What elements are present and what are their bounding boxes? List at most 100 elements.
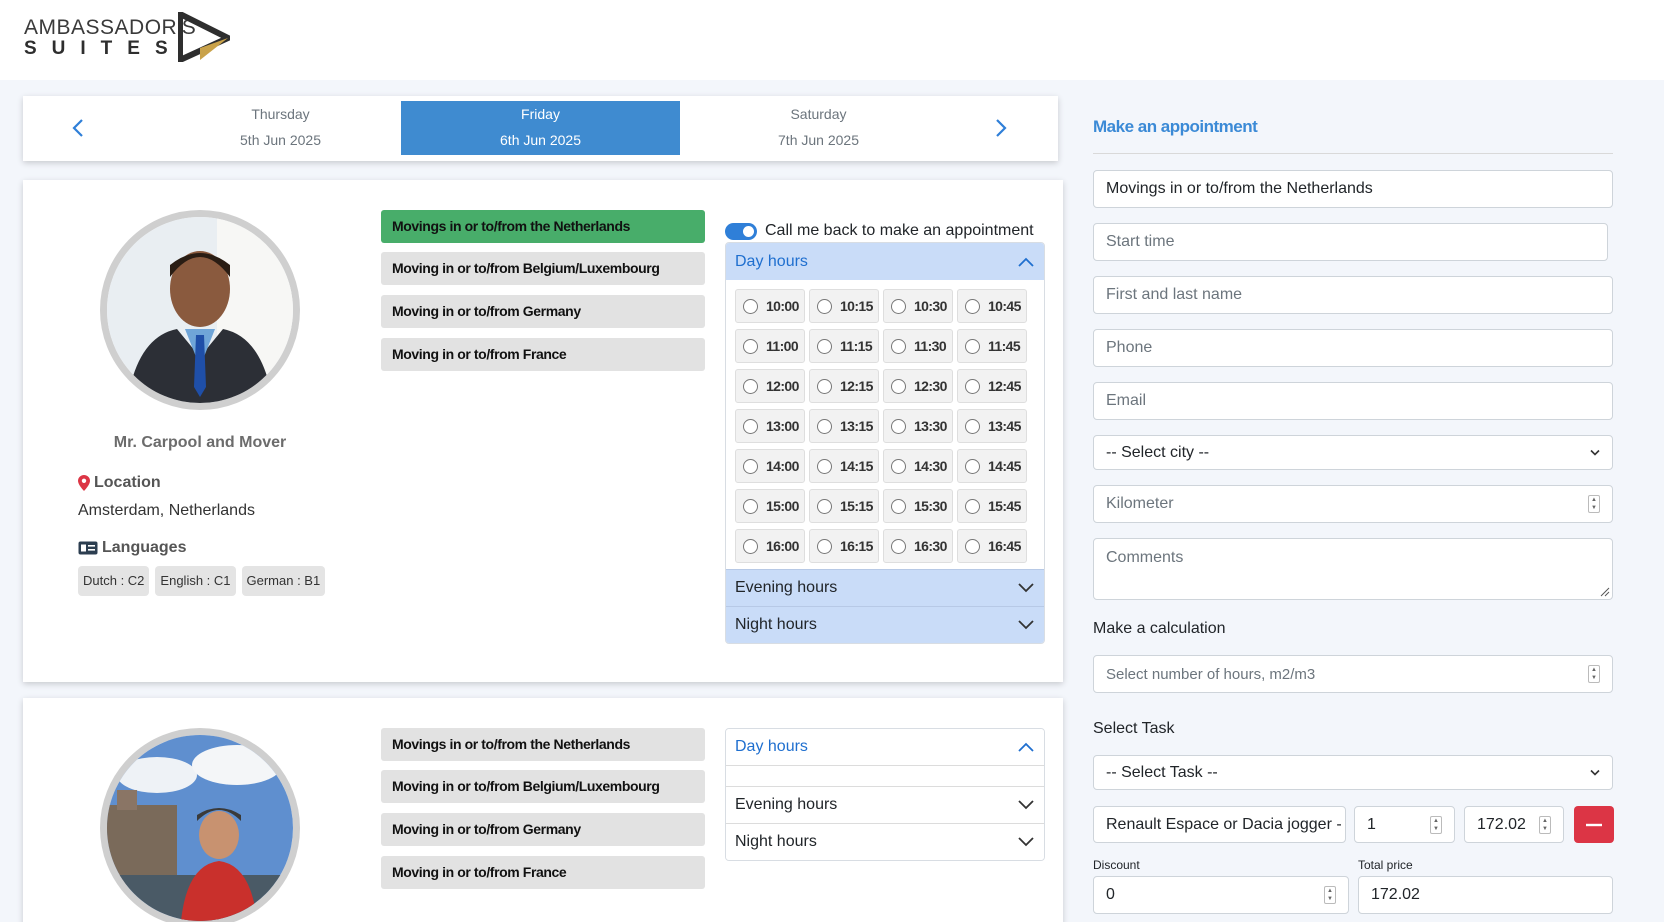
night-hours-header[interactable]: Night hours bbox=[726, 823, 1044, 860]
radio-icon[interactable] bbox=[743, 538, 758, 554]
service-option-netherlands[interactable]: Movings in or to/from the Netherlands bbox=[381, 728, 705, 761]
comments-textarea[interactable]: Comments bbox=[1093, 538, 1613, 600]
prev-day-button[interactable] bbox=[63, 110, 93, 146]
time-slot[interactable]: 13:45 bbox=[957, 409, 1027, 443]
time-slot[interactable]: 12:00 bbox=[735, 369, 805, 403]
time-slot-label: 12:00 bbox=[766, 378, 799, 394]
time-slot[interactable]: 15:30 bbox=[883, 489, 953, 523]
radio-icon[interactable] bbox=[817, 498, 832, 514]
radio-icon[interactable] bbox=[743, 378, 758, 394]
next-day-button[interactable] bbox=[986, 110, 1016, 146]
radio-icon[interactable] bbox=[891, 298, 906, 314]
radio-icon[interactable] bbox=[817, 538, 832, 554]
time-slot[interactable]: 14:15 bbox=[809, 449, 879, 483]
radio-icon[interactable] bbox=[817, 378, 832, 394]
time-slot[interactable]: 15:15 bbox=[809, 489, 879, 523]
night-hours-header[interactable]: Night hours bbox=[726, 606, 1044, 643]
time-slot[interactable]: 10:45 bbox=[957, 289, 1027, 323]
time-slot[interactable]: 16:00 bbox=[735, 529, 805, 563]
radio-icon[interactable] bbox=[891, 378, 906, 394]
service-option-belgium[interactable]: Moving in or to/from Belgium/Luxembourg bbox=[381, 252, 705, 285]
time-slot[interactable]: 11:30 bbox=[883, 329, 953, 363]
time-slot[interactable]: 11:15 bbox=[809, 329, 879, 363]
day-hours-header[interactable]: Day hours bbox=[726, 243, 1044, 280]
time-slot[interactable]: 11:45 bbox=[957, 329, 1027, 363]
radio-icon[interactable] bbox=[817, 458, 832, 474]
radio-icon[interactable] bbox=[891, 538, 906, 554]
radio-icon[interactable] bbox=[743, 418, 758, 434]
radio-icon[interactable] bbox=[965, 338, 980, 354]
evening-hours-header[interactable]: Evening hours bbox=[726, 786, 1044, 823]
service-option-france[interactable]: Moving in or to/from France bbox=[381, 338, 705, 371]
radio-icon[interactable] bbox=[743, 458, 758, 474]
radio-icon[interactable] bbox=[817, 338, 832, 354]
service-option-germany[interactable]: Moving in or to/from Germany bbox=[381, 813, 705, 846]
radio-icon[interactable] bbox=[891, 338, 906, 354]
discount-input[interactable]: 0 ▲ ▼ bbox=[1093, 876, 1349, 914]
time-slot[interactable]: 12:30 bbox=[883, 369, 953, 403]
radio-icon[interactable] bbox=[891, 458, 906, 474]
price-spinner[interactable]: ▲ ▼ bbox=[1539, 815, 1551, 834]
remove-task-button[interactable] bbox=[1574, 806, 1614, 843]
day-hours-header[interactable]: Day hours bbox=[726, 729, 1044, 766]
time-slot[interactable]: 14:00 bbox=[735, 449, 805, 483]
radio-icon[interactable] bbox=[743, 298, 758, 314]
service-option-belgium[interactable]: Moving in or to/from Belgium/Luxembourg bbox=[381, 770, 705, 803]
radio-icon[interactable] bbox=[891, 498, 906, 514]
resize-handle-icon[interactable] bbox=[1600, 587, 1610, 597]
service-option-france[interactable]: Moving in or to/from France bbox=[381, 856, 705, 889]
time-slot[interactable]: 10:30 bbox=[883, 289, 953, 323]
city-select[interactable]: -- Select city -- bbox=[1093, 435, 1613, 470]
kilometer-input[interactable]: Kilometer ▲ ▼ bbox=[1093, 485, 1613, 523]
day-friday[interactable]: Friday 6th Jun 2025 bbox=[401, 101, 680, 155]
time-slot[interactable]: 16:30 bbox=[883, 529, 953, 563]
time-slot[interactable]: 12:15 bbox=[809, 369, 879, 403]
service-option-germany[interactable]: Moving in or to/from Germany bbox=[381, 295, 705, 328]
radio-icon[interactable] bbox=[743, 498, 758, 514]
radio-icon[interactable] bbox=[965, 418, 980, 434]
hours-spinner[interactable]: ▲ ▼ bbox=[1588, 665, 1600, 683]
time-slot[interactable]: 12:45 bbox=[957, 369, 1027, 403]
phone-input[interactable]: Phone bbox=[1093, 329, 1613, 367]
time-slot[interactable]: 16:15 bbox=[809, 529, 879, 563]
time-slot[interactable]: 16:45 bbox=[957, 529, 1027, 563]
time-slot[interactable]: 13:15 bbox=[809, 409, 879, 443]
radio-icon[interactable] bbox=[817, 298, 832, 314]
day-saturday[interactable]: Saturday 7th Jun 2025 bbox=[679, 101, 958, 155]
task-item-field[interactable]: Renault Espace or Dacia jogger - bbox=[1093, 806, 1346, 843]
time-slot[interactable]: 13:00 bbox=[735, 409, 805, 443]
kilometer-spinner[interactable]: ▲ ▼ bbox=[1588, 495, 1600, 513]
start-time-input[interactable]: Start time bbox=[1093, 223, 1608, 261]
callback-toggle[interactable] bbox=[725, 222, 757, 240]
day-thursday[interactable]: Thursday 5th Jun 2025 bbox=[141, 101, 420, 155]
task-quantity-input[interactable]: 1 ▲ ▼ bbox=[1354, 806, 1455, 843]
task-price-input[interactable]: 172.02 ▲ ▼ bbox=[1464, 806, 1564, 843]
service-option-netherlands[interactable]: Movings in or to/from the Netherlands bbox=[381, 210, 705, 243]
brand-logo[interactable]: AMBASSADOR'S SUITES bbox=[24, 12, 234, 62]
radio-icon[interactable] bbox=[817, 418, 832, 434]
radio-icon[interactable] bbox=[965, 458, 980, 474]
hours-input[interactable]: Select number of hours, m2/m3 ▲ ▼ bbox=[1093, 655, 1613, 693]
time-slot[interactable]: 13:30 bbox=[883, 409, 953, 443]
quantity-spinner[interactable]: ▲ ▼ bbox=[1430, 815, 1442, 834]
evening-hours-header[interactable]: Evening hours bbox=[726, 569, 1044, 606]
radio-icon[interactable] bbox=[965, 298, 980, 314]
radio-icon[interactable] bbox=[743, 338, 758, 354]
radio-icon[interactable] bbox=[965, 538, 980, 554]
time-slot[interactable]: 10:00 bbox=[735, 289, 805, 323]
radio-icon[interactable] bbox=[965, 378, 980, 394]
time-slot[interactable]: 11:00 bbox=[735, 329, 805, 363]
time-slot[interactable]: 14:30 bbox=[883, 449, 953, 483]
time-slot[interactable]: 14:45 bbox=[957, 449, 1027, 483]
email-input[interactable]: Email bbox=[1093, 382, 1613, 420]
time-slot[interactable]: 15:00 bbox=[735, 489, 805, 523]
radio-icon[interactable] bbox=[965, 498, 980, 514]
service-field[interactable]: Movings in or to/from the Netherlands bbox=[1093, 170, 1613, 208]
discount-spinner[interactable]: ▲ ▼ bbox=[1324, 886, 1336, 904]
task-select[interactable]: -- Select Task -- bbox=[1093, 755, 1613, 790]
time-slot[interactable]: 15:45 bbox=[957, 489, 1027, 523]
discount-label: Discount bbox=[1093, 858, 1140, 872]
time-slot[interactable]: 10:15 bbox=[809, 289, 879, 323]
name-input[interactable]: First and last name bbox=[1093, 276, 1613, 314]
radio-icon[interactable] bbox=[891, 418, 906, 434]
